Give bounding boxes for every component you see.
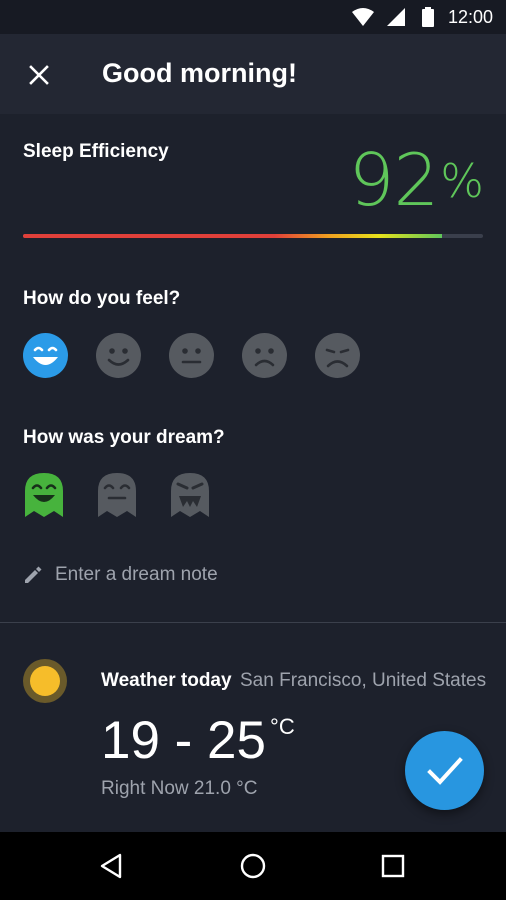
feel-options [23, 333, 360, 378]
neutral-ghost-icon[interactable] [96, 471, 138, 519]
back-icon [100, 853, 122, 879]
signal-icon [387, 8, 405, 26]
sleep-efficiency-bar-fill [23, 234, 442, 238]
home-button[interactable] [231, 844, 275, 888]
home-icon [240, 853, 266, 879]
sad-face-icon[interactable] [242, 333, 287, 378]
weather-title: Weather today [101, 670, 232, 691]
dream-note-placeholder: Enter a dream note [55, 564, 218, 585]
recents-icon [381, 854, 405, 878]
sleep-efficiency-value: 92 % [349, 142, 484, 218]
pencil-icon [25, 566, 42, 583]
neutral-face-icon[interactable] [169, 333, 214, 378]
sleep-efficiency-label: Sleep Efficiency [23, 141, 169, 162]
sleep-efficiency-bar [23, 234, 483, 238]
battery-icon [422, 7, 434, 27]
recents-button[interactable] [371, 844, 415, 888]
back-button[interactable] [90, 844, 134, 888]
dream-question: How was your dream? [23, 427, 225, 448]
very-happy-face-icon[interactable] [23, 333, 68, 378]
happy-ghost-icon[interactable] [23, 471, 65, 519]
dream-note-input[interactable]: Enter a dream note [23, 564, 218, 586]
main-content: Sleep Efficiency 92 % How do you feel? H… [0, 114, 506, 832]
navigation-bar [0, 832, 506, 900]
sleep-efficiency-unit: % [440, 154, 484, 208]
sleep-efficiency-number: 92 [348, 138, 440, 222]
current-temperature: Right Now 21.0 °C [101, 778, 258, 799]
weather-location: San Francisco, United States [240, 670, 487, 691]
close-icon [29, 65, 49, 85]
temperature-range-value: 19 - 25 [101, 711, 267, 770]
divider [0, 622, 506, 623]
status-time: 12:00 [447, 7, 493, 27]
temperature-range: 19 - 25 °C [101, 710, 295, 772]
check-icon [426, 756, 463, 785]
sun-icon [23, 659, 67, 703]
page-title: Good morning! [102, 58, 297, 88]
angry-ghost-icon[interactable] [169, 471, 211, 519]
wifi-icon [352, 8, 374, 26]
app-bar: Good morning! [0, 34, 506, 114]
very-sad-face-icon[interactable] [315, 333, 360, 378]
close-button[interactable] [18, 54, 60, 96]
feel-question: How do you feel? [23, 288, 181, 309]
happy-face-icon[interactable] [96, 333, 141, 378]
status-bar: 12:00 [0, 0, 506, 34]
confirm-button[interactable] [405, 731, 484, 810]
dream-options [23, 471, 211, 519]
temperature-unit: °C [270, 714, 295, 739]
